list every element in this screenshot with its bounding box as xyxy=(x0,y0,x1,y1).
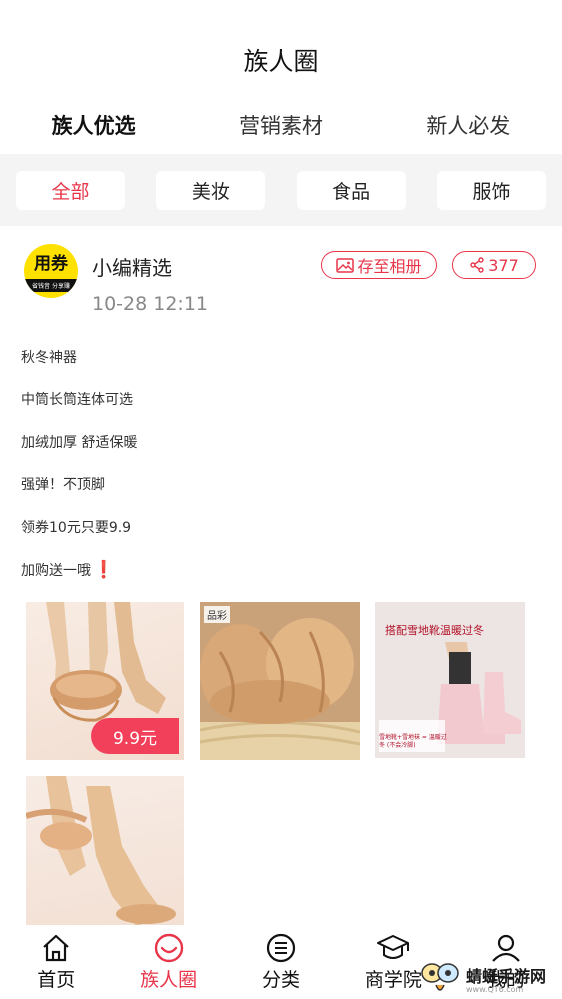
share-button[interactable]: 377 xyxy=(452,251,536,279)
socks-photo-2 xyxy=(200,602,360,760)
post-line: 强弹！不顶脚 xyxy=(21,477,105,494)
top-tabs: 族人优选 营销素材 新人必发 xyxy=(0,100,562,150)
avatar-logo-text: 用券 xyxy=(34,254,68,274)
post-line: 秋冬神器 xyxy=(21,350,77,366)
product-image[interactable]: 品彩 xyxy=(200,602,360,760)
save-to-album-label: 存至相册 xyxy=(357,257,422,276)
tab-marketing-material[interactable]: 营销素材 xyxy=(187,100,374,150)
nav-category-label: 分类 xyxy=(262,969,301,991)
nav-home[interactable]: 首页 xyxy=(0,925,112,999)
post-line-text: 加购送一哦 xyxy=(21,562,91,579)
dragonfly-logo-icon xyxy=(421,962,459,991)
nav-academy-label: 商学院 xyxy=(364,969,422,991)
filter-food[interactable]: 食品 xyxy=(296,170,406,210)
filter-beauty[interactable]: 美妆 xyxy=(156,170,266,210)
menu-list-icon xyxy=(266,933,296,963)
nav-clan-circle-label: 族人圈 xyxy=(140,969,198,991)
title-bar: 族人圈 xyxy=(0,0,562,96)
image-note: 雪地靴+雪地袜 = 温暖过冬 (不会冷脚) xyxy=(379,734,447,750)
post-header: 用券 省钱音 分享赚 小编精选 10-28 12:11 存至相册 377 xyxy=(0,240,562,324)
nav-category[interactable]: 分类 xyxy=(225,925,337,999)
exclamation-icon: ❗ xyxy=(93,559,115,580)
nav-home-label: 首页 xyxy=(37,969,76,991)
save-to-album-button[interactable]: 存至相册 xyxy=(321,251,437,279)
chat-bubble-icon xyxy=(154,933,183,963)
filter-all[interactable]: 全部 xyxy=(16,170,125,210)
watermark: 蜻蜓手游网 www.QT6.com xyxy=(418,958,562,999)
author-name: 小编精选 xyxy=(92,256,172,280)
price-badge: 9.9元 xyxy=(91,718,179,754)
watermark-title: 蜻蜓手游网 xyxy=(466,967,547,986)
avatar-logo-strip: 省钱音 分享赚 xyxy=(24,279,78,292)
tab-newbie-posts[interactable]: 新人必发 xyxy=(375,100,562,150)
filter-apparel[interactable]: 服饰 xyxy=(436,170,546,210)
post-text: 秋冬神器 中筒长筒连体可选 加绒加厚 舒适保暖 强弹！不顶脚 领券10元只要9.… xyxy=(21,347,541,601)
post-line: 加绒加厚 舒适保暖 xyxy=(21,434,138,451)
nav-clan-circle[interactable]: 族人圈 xyxy=(112,925,224,999)
post-line: 中筒长筒连体可选 xyxy=(21,392,133,409)
page-title: 族人圈 xyxy=(243,47,319,76)
post-line: 领券10元只要9.9 xyxy=(21,519,132,536)
avatar[interactable]: 用券 省钱音 分享赚 xyxy=(24,244,78,298)
post-line-last: 加购送一哦 ❗ xyxy=(21,559,541,601)
socks-photo-3 xyxy=(26,776,176,926)
product-image[interactable]: 搭配雪地靴温暖过冬 雪地靴+雪地袜 = 温暖过冬 (不会冷脚) xyxy=(375,602,525,758)
image-icon xyxy=(336,257,355,273)
brand-tag: 品彩 xyxy=(204,606,230,623)
graduation-cap-icon xyxy=(377,935,410,959)
share-icon xyxy=(470,257,484,273)
share-count: 377 xyxy=(488,255,519,275)
tab-clan-picks[interactable]: 族人优选 xyxy=(0,100,187,150)
product-image[interactable] xyxy=(26,776,184,926)
home-icon xyxy=(43,934,69,962)
image-caption: 搭配雪地靴温暖过冬 xyxy=(385,624,484,637)
category-filter-bar: 全部 美妆 食品 服饰 xyxy=(0,154,562,226)
avatar-strip-text: 省钱音 分享赚 xyxy=(32,283,70,290)
watermark-url: www.QT6.com xyxy=(466,985,524,994)
post-time: 10-28 12:11 xyxy=(92,293,209,315)
